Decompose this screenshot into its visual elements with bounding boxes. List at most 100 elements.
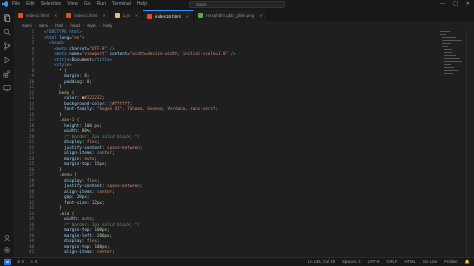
explorer-icon[interactable] [3, 14, 11, 22]
menu-file[interactable]: File [12, 1, 20, 7]
code-line[interactable]: font-family: "Segoe UI", Tahoma, Geneva,… [44, 106, 236, 112]
code-token: lang [59, 34, 70, 40]
line-ending[interactable]: CRLF [387, 259, 398, 265]
code-editor[interactable]: 1 2 3 4 5 6 7 8 9 10 11 12 13 14 15 16 17 18 19 20 21 22 23 24 2… [14, 29, 474, 257]
code-token: ; [96, 139, 100, 144]
minimap[interactable] [440, 29, 464, 209]
tab-label: index1.html [26, 13, 50, 18]
code-token: align-items [44, 150, 92, 155]
close-tab-icon[interactable]: ✕ [259, 13, 262, 18]
code-token: ; [107, 227, 110, 232]
code-token: body { [44, 89, 75, 95]
maximize-icon[interactable]: □ [453, 1, 458, 7]
code-token: padding [44, 78, 82, 84]
code-token: ; [86, 73, 90, 78]
code-token: space-between [107, 183, 140, 188]
tab-index18-html[interactable]: index18.html ✕ [143, 10, 194, 21]
minimize-icon[interactable]: — [440, 1, 445, 7]
close-tab-icon[interactable]: ✕ [54, 13, 57, 18]
code-token: "viewport" [81, 51, 108, 56]
code-token: center [96, 188, 113, 194]
menu-selection[interactable]: Selection [41, 1, 62, 7]
close-tab-icon[interactable]: ✕ [102, 13, 105, 18]
breadcrumb-item[interactable]: body [103, 23, 112, 28]
prettier-status[interactable]: Prettier [444, 259, 458, 265]
code-token: justify-content [44, 144, 102, 150]
code-token: ; [107, 243, 110, 249]
code-token: width [44, 128, 77, 133]
source-control-icon[interactable] [3, 42, 11, 50]
code-token: /> [107, 45, 115, 51]
errors-count[interactable]: ⊗ 0 [17, 259, 24, 265]
go-live-button[interactable]: Go Live [423, 259, 437, 265]
close-icon[interactable]: ✕ [466, 1, 470, 7]
code-token: 15px [94, 161, 105, 166]
account-icon[interactable] [3, 234, 11, 242]
code-token: align-items [44, 188, 92, 194]
remote-explorer-icon[interactable] [3, 84, 11, 92]
code-token: <title> [44, 56, 72, 62]
run-debug-icon[interactable] [3, 56, 11, 64]
code-token: 200px [96, 232, 110, 238]
code-token: width [44, 216, 77, 221]
breadcrumb-item[interactable]: Sami [22, 23, 32, 28]
code-token: flex [86, 139, 97, 144]
command-center-search[interactable]: Sami [189, 1, 285, 8]
code-token: color [44, 95, 77, 100]
html-file-icon [66, 13, 72, 18]
menu-view[interactable]: View [67, 1, 78, 7]
code-token: <meta [44, 45, 70, 51]
warnings-count[interactable]: ⚠ 0 [30, 259, 37, 265]
menu-run[interactable]: Run [97, 1, 106, 7]
vscode-logo-icon [2, 1, 8, 7]
menu-help[interactable]: Help [137, 1, 147, 7]
menu-edit[interactable]: Edit [26, 1, 35, 7]
line-number: 41 [29, 249, 34, 254]
code-token: "en" [71, 34, 82, 40]
code-token: flex [86, 238, 97, 243]
tab-image-png[interactable]: Hxsphtfm.gbb_gfilei.png ✕ [194, 10, 268, 21]
close-tab-icon[interactable]: ✕ [135, 13, 138, 18]
code-token: ; [112, 150, 115, 155]
language-mode[interactable]: HTML [404, 259, 415, 265]
menu-go[interactable]: Go [84, 1, 91, 7]
close-tab-icon[interactable]: ✕ [186, 14, 189, 19]
code-token: , Tahoma, Geneva, Verdana, sans-serif; [122, 106, 218, 111]
code-token: ; [129, 100, 133, 106]
code-token: ; [96, 238, 100, 243]
code-token: gap [44, 194, 72, 199]
code-token: space-between [107, 144, 140, 150]
tab-1-js[interactable]: 1.js ✕ [110, 10, 144, 21]
code-token: content [107, 51, 128, 56]
code-token: <html [44, 34, 60, 40]
extensions-icon[interactable] [3, 70, 11, 78]
encoding[interactable]: UTF-8 [368, 259, 380, 265]
tab-index1-html-2[interactable]: index1.html ✕ [62, 10, 111, 21]
breadcrumb-item[interactable]: sami [39, 23, 48, 28]
settings-gear-icon[interactable] [3, 246, 11, 254]
code-token: ■#222222 [81, 95, 102, 100]
search-icon[interactable] [3, 28, 11, 36]
code-token: "width=device-width, initial-scale=1.0" [129, 51, 229, 56]
code-token: ; [89, 78, 92, 84]
code-token: 100px [94, 243, 108, 249]
tab-label: Hxsphtfm.gbb_gfilei.png [206, 13, 255, 18]
vertical-scrollbar[interactable] [466, 29, 474, 257]
menu-terminal[interactable]: Terminal [112, 1, 131, 7]
code-token: ; [91, 216, 95, 221]
tab-index1-html[interactable]: index1.html ✕ [14, 10, 63, 21]
code-token: center [96, 249, 113, 254]
code-token: ; [104, 161, 108, 166]
search-label: Sami [196, 2, 207, 7]
code-line[interactable]: align-items: center; [44, 249, 236, 255]
indentation[interactable]: Spaces: 2 [342, 259, 361, 265]
status-bar: ⇌ ⊗ 0 ⚠ 0 Ln 136, Col 19 Spaces: 2 UTF-8… [0, 257, 474, 266]
breadcrumb-item[interactable]: style [87, 23, 96, 28]
notifications-bell-icon[interactable]: 🔔 [465, 259, 470, 265]
image-file-icon [198, 13, 203, 18]
code-content[interactable]: <!DOCTYPE html> <html lang="en"> <head> <… [44, 29, 236, 255]
breadcrumb-item[interactable]: head [71, 23, 80, 28]
breadcrumb-item[interactable]: html [55, 23, 63, 28]
remote-indicator-icon[interactable]: ⇌ [4, 259, 11, 265]
cursor-position[interactable]: Ln 136, Col 19 [308, 259, 335, 265]
